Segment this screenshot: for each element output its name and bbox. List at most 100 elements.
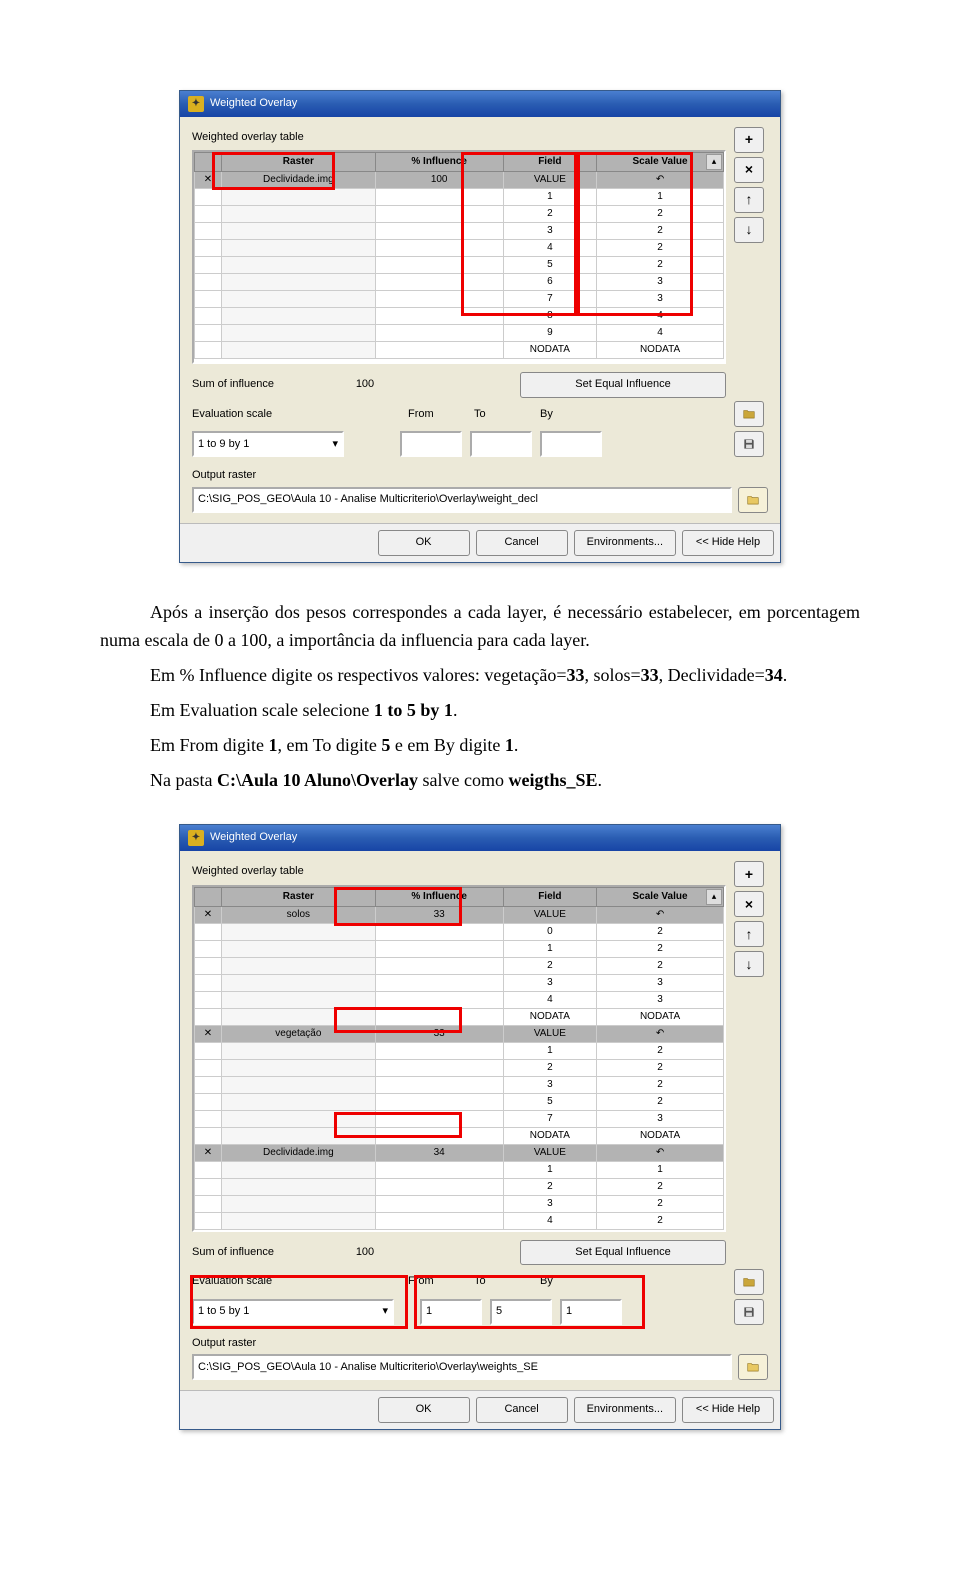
col-field: Field — [503, 887, 596, 906]
remove-button[interactable]: × — [734, 157, 764, 183]
table-row[interactable]: 52 — [195, 257, 724, 274]
from-input[interactable]: 1 — [420, 1299, 482, 1325]
table-row[interactable]: 42 — [195, 240, 724, 257]
add-button[interactable]: + — [734, 127, 764, 153]
side-button-column: + × ↑ ↓ — [734, 861, 768, 1325]
open-button[interactable] — [734, 1269, 764, 1295]
table-row[interactable]: 33 — [195, 974, 724, 991]
set-equal-influence-button[interactable]: Set Equal Influence — [520, 372, 726, 398]
window-title: Weighted Overlay — [210, 95, 297, 113]
by-input[interactable]: 1 — [560, 1299, 622, 1325]
col-field: Field — [503, 153, 596, 172]
table-row[interactable]: 12 — [195, 940, 724, 957]
tool-icon: ✦ — [188, 830, 204, 846]
sum-label: Sum of influence — [192, 1244, 322, 1262]
remove-button[interactable]: × — [734, 891, 764, 917]
sum-value: 100 — [330, 1244, 400, 1262]
col-scale: Scale Value — [597, 153, 724, 172]
overlay-table[interactable]: ▴ Raster % Influence Field Scale Value ✕… — [192, 150, 726, 364]
table-row[interactable]: NODATANODATA — [195, 342, 724, 359]
table-row[interactable]: NODATANODATA — [195, 1008, 724, 1025]
titlebar[interactable]: ✦ Weighted Overlay — [180, 91, 780, 117]
table-row[interactable]: 84 — [195, 308, 724, 325]
eval-scale-label: Evaluation scale — [192, 1273, 322, 1291]
raster-name: Declividade.img — [222, 172, 376, 189]
browse-output-button[interactable] — [738, 487, 768, 513]
table-row[interactable]: 22 — [195, 206, 724, 223]
eval-scale-label: Evaluation scale — [192, 406, 322, 424]
scroll-up-icon[interactable]: ▴ — [706, 889, 722, 905]
output-raster-input[interactable]: C:\SIG_POS_GEO\Aula 10 - Analise Multicr… — [192, 1354, 732, 1380]
add-button[interactable]: + — [734, 861, 764, 887]
ok-button[interactable]: OK — [378, 530, 470, 556]
table-row[interactable]: 22 — [195, 1178, 724, 1195]
scroll-up-icon[interactable]: ▴ — [706, 154, 722, 170]
tool-icon: ✦ — [188, 96, 204, 112]
table-row[interactable]: 94 — [195, 325, 724, 342]
section-header-row[interactable]: ✕solos33VALUE↶ — [195, 906, 724, 923]
output-raster-input[interactable]: C:\SIG_POS_GEO\Aula 10 - Analise Multicr… — [192, 487, 732, 513]
dialog-button-bar: OK Cancel Environments... << Hide Help — [180, 523, 780, 562]
section-header-row[interactable]: ✕Declividade.img34VALUE↶ — [195, 1144, 724, 1161]
col-scale: Scale Value — [597, 887, 724, 906]
set-equal-influence-button[interactable]: Set Equal Influence — [520, 1240, 726, 1266]
move-down-button[interactable]: ↓ — [734, 951, 764, 977]
table-row[interactable]: 22 — [195, 957, 724, 974]
from-label: From — [408, 1273, 466, 1291]
browse-output-button[interactable] — [738, 1354, 768, 1380]
move-down-button[interactable]: ↓ — [734, 217, 764, 243]
open-button[interactable] — [734, 401, 764, 427]
ok-button[interactable]: OK — [378, 1397, 470, 1423]
by-input[interactable] — [540, 431, 602, 457]
table-row[interactable]: 12 — [195, 1042, 724, 1059]
table-row[interactable]: 22 — [195, 1059, 724, 1076]
col-raster: Raster — [222, 153, 376, 172]
table-row[interactable]: 02 — [195, 923, 724, 940]
environments-button[interactable]: Environments... — [574, 530, 676, 556]
by-label: By — [540, 406, 598, 424]
move-up-button[interactable]: ↑ — [734, 187, 764, 213]
save-button[interactable] — [734, 431, 764, 457]
weighted-overlay-dialog-1: ✦ Weighted Overlay Weighted overlay tabl… — [179, 90, 781, 563]
col-influence: % Influence — [375, 153, 503, 172]
hide-help-button[interactable]: << Hide Help — [682, 1397, 774, 1423]
table-row[interactable]: 73 — [195, 291, 724, 308]
table-row[interactable]: 32 — [195, 1076, 724, 1093]
table-row[interactable]: 42 — [195, 1212, 724, 1229]
evaluation-scale-select[interactable]: 1 to 9 by 1 — [192, 431, 344, 457]
hide-help-button[interactable]: << Hide Help — [682, 530, 774, 556]
dialog-button-bar: OK Cancel Environments... << Hide Help — [180, 1390, 780, 1429]
paragraph-5: Na pasta C:\Aula 10 Aluno\Overlay salve … — [100, 766, 860, 795]
paragraph-3: Em Evaluation scale selecione 1 to 5 by … — [100, 696, 860, 725]
section-header-row[interactable]: ✕vegetação33VALUE↶ — [195, 1025, 724, 1042]
col-influence: % Influence — [375, 887, 503, 906]
from-label: From — [408, 406, 466, 424]
move-up-button[interactable]: ↑ — [734, 921, 764, 947]
table-row[interactable]: 52 — [195, 1093, 724, 1110]
paragraph-1: Após a inserção dos pesos correspondes a… — [100, 598, 860, 656]
group-label: Weighted overlay table — [192, 863, 726, 881]
titlebar[interactable]: ✦ Weighted Overlay — [180, 825, 780, 851]
table-row[interactable]: 73 — [195, 1110, 724, 1127]
from-input[interactable] — [400, 431, 462, 457]
influence-val[interactable]: 100 — [375, 172, 503, 189]
window-title: Weighted Overlay — [210, 829, 297, 847]
to-input[interactable]: 5 — [490, 1299, 552, 1325]
paragraph-2: Em % Influence digite os respectivos val… — [100, 661, 860, 690]
table-row[interactable]: 11 — [195, 189, 724, 206]
cancel-button[interactable]: Cancel — [476, 1397, 568, 1423]
table-row[interactable]: 63 — [195, 274, 724, 291]
save-button[interactable] — [734, 1299, 764, 1325]
to-label: To — [474, 1273, 532, 1291]
overlay-table[interactable]: ▴ Raster % Influence Field Scale Value ✕… — [192, 885, 726, 1232]
to-input[interactable] — [470, 431, 532, 457]
cancel-button[interactable]: Cancel — [476, 530, 568, 556]
table-row[interactable]: 32 — [195, 223, 724, 240]
table-row[interactable]: NODATANODATA — [195, 1127, 724, 1144]
environments-button[interactable]: Environments... — [574, 1397, 676, 1423]
table-row[interactable]: 43 — [195, 991, 724, 1008]
group-label: Weighted overlay table — [192, 129, 726, 147]
table-row[interactable]: 32 — [195, 1195, 724, 1212]
table-row[interactable]: 11 — [195, 1161, 724, 1178]
evaluation-scale-select[interactable]: 1 to 5 by 1 — [192, 1299, 394, 1325]
